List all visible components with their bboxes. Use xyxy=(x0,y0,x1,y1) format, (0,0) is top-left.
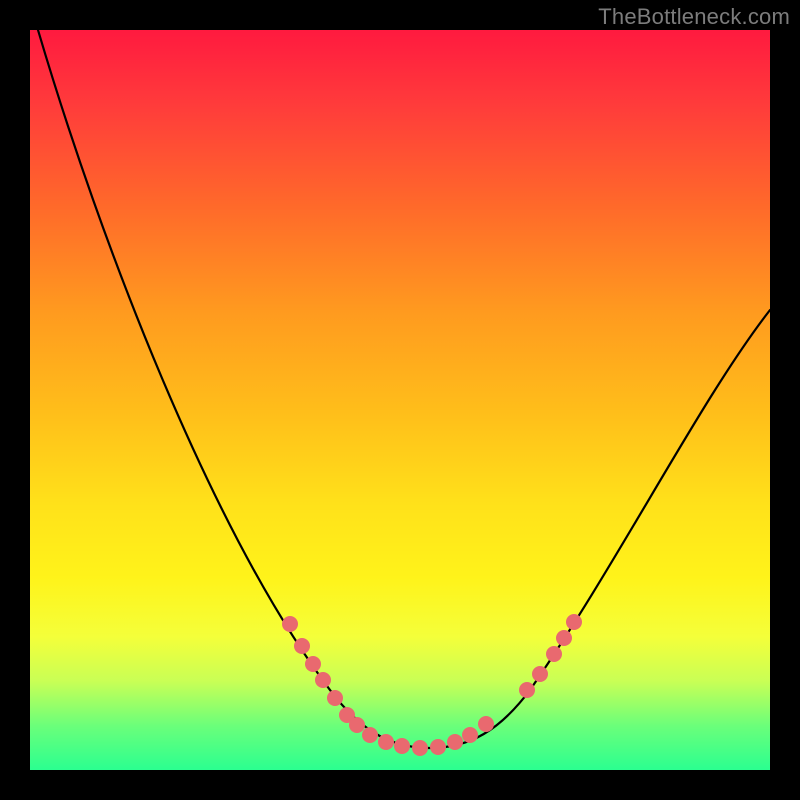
bottleneck-curve xyxy=(38,30,770,748)
chart-frame: TheBottleneck.com xyxy=(0,0,800,800)
marker-dot xyxy=(294,638,310,654)
chart-svg xyxy=(30,30,770,770)
marker-group xyxy=(282,614,582,756)
marker-dot xyxy=(315,672,331,688)
marker-dot xyxy=(478,716,494,732)
marker-dot xyxy=(556,630,572,646)
marker-dot xyxy=(349,717,365,733)
marker-dot xyxy=(305,656,321,672)
marker-dot xyxy=(362,727,378,743)
marker-dot xyxy=(394,738,410,754)
marker-dot xyxy=(447,734,463,750)
marker-dot xyxy=(282,616,298,632)
plot-area xyxy=(30,30,770,770)
marker-dot xyxy=(412,740,428,756)
marker-dot xyxy=(566,614,582,630)
marker-dot xyxy=(546,646,562,662)
marker-dot xyxy=(327,690,343,706)
marker-dot xyxy=(532,666,548,682)
marker-dot xyxy=(430,739,446,755)
marker-dot xyxy=(378,734,394,750)
watermark-text: TheBottleneck.com xyxy=(598,4,790,30)
marker-dot xyxy=(519,682,535,698)
marker-dot xyxy=(462,727,478,743)
